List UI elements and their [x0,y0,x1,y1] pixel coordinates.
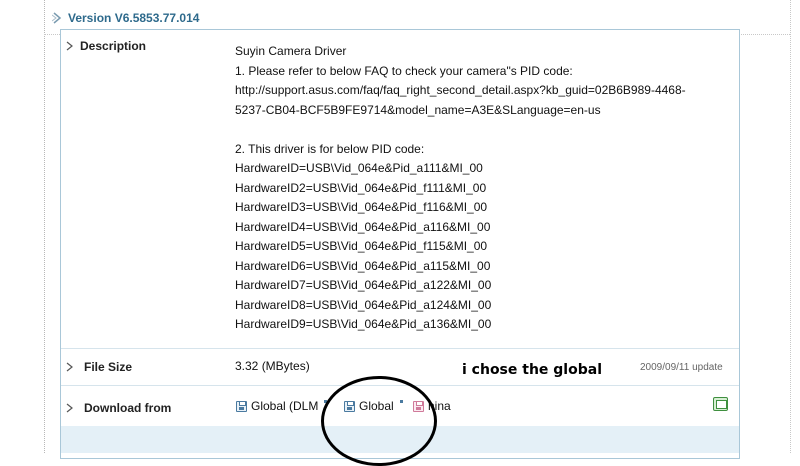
description-line: 2. This driver is for below PID code: [235,141,425,156]
description-line: 1. Please refer to below FAQ to check yo… [235,63,573,78]
hardware-id-line: HardwareID8=USB\Vid_064e&Pid_a124&MI_00 [235,297,492,312]
download-label: Download from [84,401,172,415]
hardware-id-line: HardwareID6=USB\Vid_064e&Pid_a115&MI_00 [235,258,491,273]
file-size-label-row: File Size [66,360,132,374]
version-title: Version V6.5853.77.014 [68,11,200,25]
copy-window-icon[interactable] [713,397,728,411]
hardware-id-line: HardwareID3=USB\Vid_064e&Pid_f116&MI_00 [235,200,488,214]
faq-link[interactable]: http://support.asus.com/faq/faq_right_se… [235,81,686,101]
description-label-row: Description [66,39,146,53]
user-annotation-text: i chose the global [462,362,602,378]
arrow-bullet-icon [66,41,73,51]
update-date: 2009/09/11 update [640,362,723,373]
download-global-dlm-link[interactable]: Global (DLM [236,399,328,413]
description-line-blank [235,120,686,140]
left-dotted-guide [44,0,45,453]
hardware-id-line: HardwareID7=USB\Vid_064e&Pid_a122&MI_00 [235,278,492,292]
file-size-value: 3.32 (MBytes) [235,359,310,373]
hardware-id-line: HardwareID=USB\Vid_064e&Pid_a111&MI_00 [235,161,483,175]
row-divider [61,348,739,349]
right-dotted-guide [790,0,791,453]
file-size-label: File Size [84,360,133,374]
description-label: Description [80,39,147,53]
hardware-id-line: HardwareID5=USB\Vid_064e&Pid_f115&MI_00 [235,239,488,253]
arrow-bullet-icon [66,403,73,413]
hardware-id-line: HardwareID2=USB\Vid_064e&Pid_f111&MI_00 [235,180,487,195]
hardware-id-line: HardwareID4=USB\Vid_064e&Pid_a116&MI_00 [235,219,491,234]
faq-link-cont[interactable]: 5237-CB04-BCF5B9FE9714&model_name=A3E&SL… [235,101,686,121]
version-header[interactable]: Version V6.5853.77.014 [52,8,199,28]
description-line: Suyin Camera Driver [235,44,347,58]
arrow-bullet-icon [66,362,73,372]
floppy-disk-icon [236,400,247,412]
description-text: Suyin Camera Driver 1. Please refer to b… [235,42,686,335]
hardware-id-line: HardwareID9=USB\Vid_064e&Pid_a136&MI_00 [235,317,492,331]
download-label-row: Download from [66,401,171,415]
expand-arrow-icon [52,12,62,24]
